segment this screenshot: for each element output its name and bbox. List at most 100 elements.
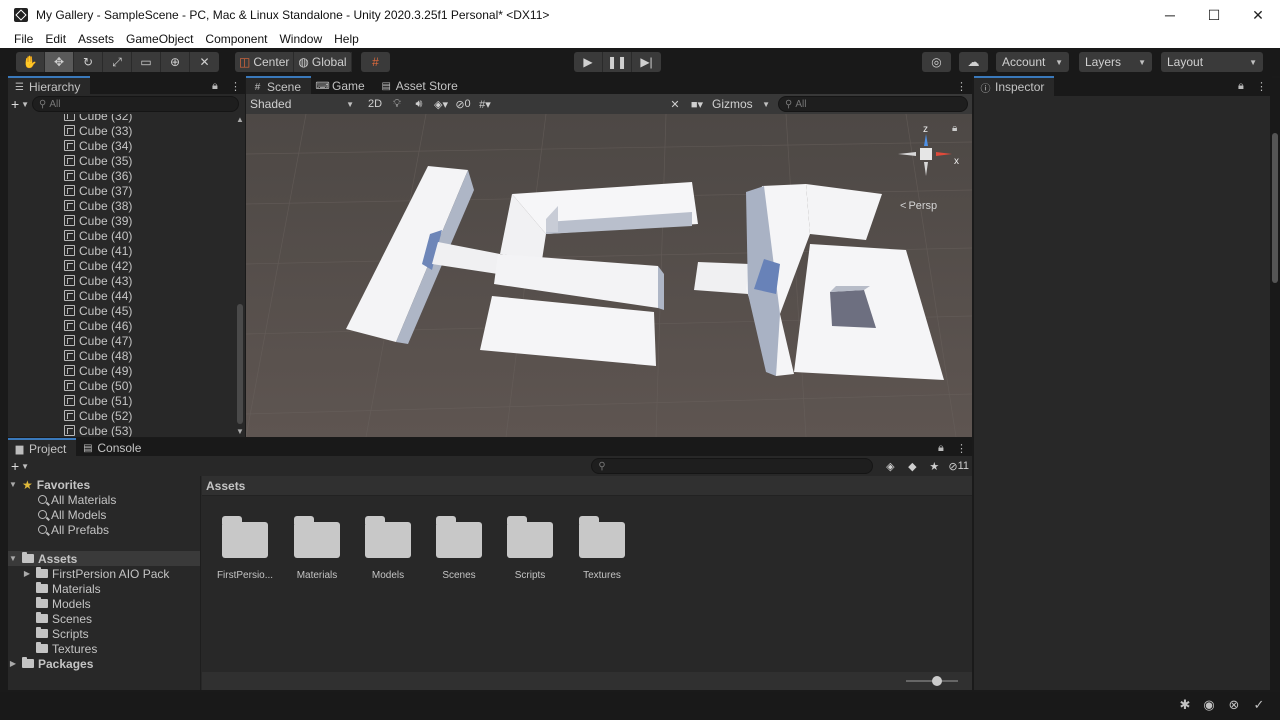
inspector-scrollbar[interactable] [1270, 78, 1280, 690]
list-item[interactable]: Cube (35) [8, 153, 235, 168]
folder-item[interactable]: ▶ FirstPersion AIO Pack [8, 566, 200, 581]
tab-scene[interactable]: # Scene [246, 76, 312, 96]
close-button[interactable]: ✕ [1236, 0, 1280, 30]
camera-icon[interactable]: ■▾ [686, 95, 708, 113]
asset-folder[interactable]: Models [353, 516, 423, 581]
list-item[interactable]: Cube (33) [8, 123, 235, 138]
list-item[interactable]: Cube (46) [8, 318, 235, 333]
list-item[interactable]: Cube (52) [8, 408, 235, 423]
list-item[interactable]: Cube (53) [8, 423, 235, 437]
tools-icon[interactable]: ✕ [664, 95, 686, 113]
debug-icon[interactable]: ⊗ [1226, 697, 1242, 713]
folder-item[interactable]: Materials [8, 581, 200, 596]
account-dropdown[interactable]: Account ▼ [996, 52, 1069, 72]
kebab-menu-icon[interactable]: ⋮ [230, 80, 241, 93]
layout-dropdown[interactable]: Layout ▼ [1161, 52, 1263, 72]
scroll-down-icon[interactable]: ▼ [236, 427, 244, 436]
cloud-icon[interactable]: ☁ [959, 52, 988, 72]
menu-assets[interactable]: Assets [72, 32, 120, 46]
menu-window[interactable]: Window [273, 32, 328, 46]
favorite-item[interactable]: All Prefabs [8, 522, 200, 537]
list-item[interactable]: Cube (41) [8, 243, 235, 258]
tab-project[interactable]: ▆ Project [8, 438, 77, 458]
play-button[interactable]: ▶ [574, 52, 603, 72]
scale-tool-icon[interactable]: ⤢ [103, 52, 132, 72]
maximize-button[interactable]: ☐ [1192, 0, 1236, 30]
list-item[interactable]: Cube (49) [8, 363, 235, 378]
slider-knob[interactable] [932, 676, 942, 686]
kebab-menu-icon[interactable]: ⋮ [956, 442, 967, 455]
scroll-thumb[interactable] [237, 304, 243, 424]
scroll-thumb[interactable] [1272, 133, 1278, 283]
list-item[interactable]: Cube (51) [8, 393, 235, 408]
favorites-section[interactable]: ▼ ★ Favorites [8, 477, 200, 492]
list-item[interactable]: Cube (45) [8, 303, 235, 318]
layers-dropdown[interactable]: Layers ▼ [1079, 52, 1152, 72]
rect-tool-icon[interactable]: ▭ [132, 52, 161, 72]
step-button[interactable]: ▶| [632, 52, 661, 72]
folder-item[interactable]: Scripts [8, 626, 200, 641]
grid-snap-icon[interactable]: # [361, 52, 390, 72]
hierarchy-search-input[interactable]: ⚲ All [32, 96, 239, 112]
audio-icon[interactable]: 🔊︎ [408, 95, 430, 113]
create-button[interactable]: + ▼ [8, 457, 32, 475]
toggle-2d-button[interactable]: 2D [364, 95, 386, 113]
scroll-up-icon[interactable]: ▲ [236, 115, 244, 124]
transform-tool-icon[interactable]: ⊕ [161, 52, 190, 72]
cache-server-icon[interactable]: ◉ [1201, 697, 1217, 713]
lock-icon[interactable]: 🔒︎ [1238, 80, 1244, 93]
pivot-global-button[interactable]: ◍ Global [294, 52, 352, 72]
asset-folder[interactable]: Scripts [495, 516, 565, 581]
menu-component[interactable]: Component [199, 32, 273, 46]
gizmo-center-cube[interactable] [920, 148, 932, 160]
list-item[interactable]: Cube (38) [8, 198, 235, 213]
tab-hierarchy[interactable]: ☰ Hierarchy [8, 76, 91, 96]
pivot-center-button[interactable]: ◫ Center [235, 52, 295, 72]
gizmo-lock-icon[interactable]: 🔒︎ [952, 123, 957, 134]
gizmo-neg-z-arrow[interactable] [924, 162, 928, 176]
menu-help[interactable]: Help [328, 32, 365, 46]
favorite-item[interactable]: All Materials [8, 492, 200, 507]
minimize-button[interactable]: ─ [1148, 0, 1192, 30]
asset-folder[interactable]: Textures [567, 516, 637, 581]
asset-folder[interactable]: FirstPersio... [210, 516, 280, 581]
asset-folder[interactable]: Scenes [424, 516, 494, 581]
folder-item[interactable]: Models [8, 596, 200, 611]
list-item[interactable]: Cube (42) [8, 258, 235, 273]
menu-edit[interactable]: Edit [39, 32, 72, 46]
list-item[interactable]: Cube (43) [8, 273, 235, 288]
list-item[interactable]: Cube (50) [8, 378, 235, 393]
folder-item[interactable]: Scenes [8, 611, 200, 626]
gizmos-dropdown[interactable]: Gizmos ▼ [708, 95, 774, 113]
list-item[interactable]: Cube (39) [8, 213, 235, 228]
menu-file[interactable]: File [8, 32, 39, 46]
list-item[interactable]: Cube (40) [8, 228, 235, 243]
breadcrumb-assets[interactable]: Assets [206, 479, 245, 493]
list-item[interactable]: Cube (34) [8, 138, 235, 153]
move-tool-icon[interactable]: ✥ [45, 52, 74, 72]
packages-section[interactable]: ▶ Packages [8, 656, 200, 671]
list-item[interactable]: Cube (32) [8, 114, 235, 123]
icon-size-slider[interactable] [906, 676, 958, 686]
pause-button[interactable]: ❚❚ [603, 52, 632, 72]
asset-folder[interactable]: Materials [282, 516, 352, 581]
lock-icon[interactable]: 🔒︎ [938, 442, 944, 455]
tab-console[interactable]: ▤ Console [76, 438, 152, 458]
lock-icon[interactable]: 🔒︎ [212, 80, 218, 93]
collab-icon[interactable]: ◎ [922, 52, 951, 72]
custom-tool-icon[interactable]: ✕ [190, 52, 219, 72]
favorite-star-icon[interactable]: ★ [923, 457, 945, 475]
tab-inspector[interactable]: ⓘ Inspector [974, 76, 1055, 96]
shading-mode-dropdown[interactable]: Shaded ▼ [246, 95, 358, 113]
create-button[interactable]: + ▼ [8, 95, 32, 113]
project-search-input[interactable]: ⚲ [591, 458, 874, 474]
grid-visibility-icon[interactable]: #▾ [474, 95, 496, 113]
tab-game[interactable]: ⌨ Game [311, 76, 375, 96]
list-item[interactable]: Cube (47) [8, 333, 235, 348]
tab-asset-store[interactable]: ▤ Asset Store [374, 76, 468, 96]
gizmo-z-arrow[interactable] [924, 134, 928, 146]
list-item[interactable]: Cube (44) [8, 288, 235, 303]
connector-right[interactable] [694, 262, 750, 294]
progress-check-icon[interactable]: ✓ [1251, 697, 1267, 713]
lighting-icon[interactable]: 💡︎ [386, 95, 408, 113]
